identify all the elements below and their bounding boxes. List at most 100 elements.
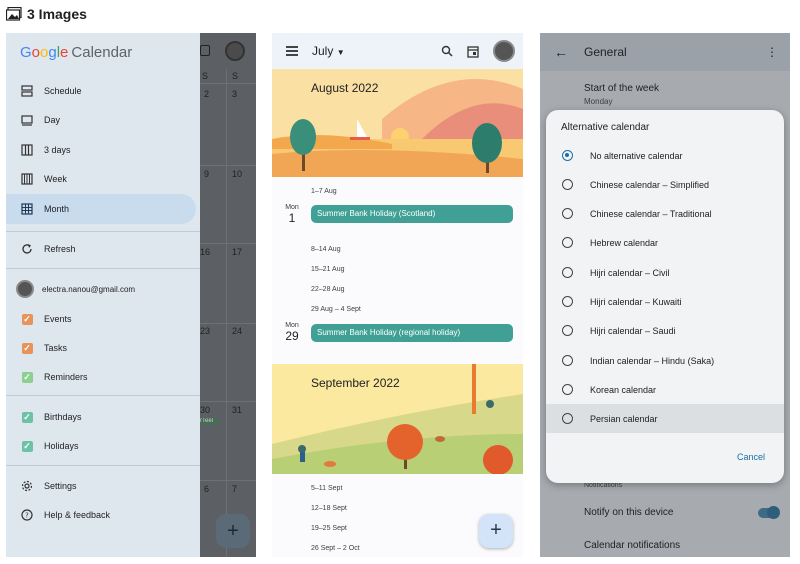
event-chip: rTeel bbox=[200, 418, 220, 425]
drawer-item-schedule[interactable]: Schedule bbox=[6, 76, 196, 106]
august-banner: August 2022 bbox=[272, 69, 523, 177]
date-number: 9 bbox=[204, 169, 210, 179]
radio-icon[interactable] bbox=[562, 413, 573, 424]
week-label: 12–18 Sept bbox=[311, 505, 347, 512]
month-title: September 2022 bbox=[311, 376, 400, 390]
cancel-button[interactable]: Cancel bbox=[737, 452, 765, 462]
navigation-drawer: Google Calendar Schedule Day 3 days Week … bbox=[6, 33, 200, 557]
account-email: electra.nanou@gmail.com bbox=[42, 284, 136, 294]
calendar-item-events[interactable]: ✓ Events bbox=[6, 304, 196, 334]
week-label: 5–11 Sept bbox=[311, 485, 343, 492]
calendar-item-birthdays[interactable]: ✓ Birthdays bbox=[6, 402, 196, 432]
checkbox-icon[interactable]: ✓ bbox=[20, 411, 34, 423]
calendar-label: Reminders bbox=[44, 372, 88, 382]
create-event-fab[interactable]: + bbox=[479, 514, 513, 548]
radio-option[interactable]: Korean calendar bbox=[546, 375, 784, 404]
drawer-item-help[interactable]: ? Help & feedback bbox=[6, 500, 196, 530]
start-of-week-label[interactable]: Start of the week bbox=[584, 83, 659, 94]
page-title: General bbox=[584, 45, 627, 59]
radio-option[interactable]: Hijri calendar – Saudi bbox=[546, 316, 784, 345]
calendar-item-tasks[interactable]: ✓ Tasks bbox=[6, 333, 196, 363]
radio-icon[interactable] bbox=[562, 325, 573, 336]
radio-option[interactable]: No alternative calendar bbox=[546, 141, 784, 170]
week-label: 22–28 Aug bbox=[311, 286, 345, 293]
radio-option[interactable]: Chinese calendar – Traditional bbox=[546, 199, 784, 228]
avatar[interactable] bbox=[493, 40, 515, 62]
checkbox-icon[interactable]: ✓ bbox=[20, 440, 34, 452]
create-event-fab[interactable]: + bbox=[216, 514, 250, 548]
calendar-item-holidays[interactable]: ✓ Holidays bbox=[6, 431, 196, 461]
drawer-item-label: Week bbox=[44, 174, 67, 184]
three-days-icon bbox=[20, 144, 34, 156]
date-number: 10 bbox=[232, 169, 243, 179]
week-label: 8–14 Aug bbox=[311, 246, 341, 253]
radio-icon[interactable] bbox=[562, 267, 573, 278]
radio-option[interactable]: Indian calendar – Hindu (Saka) bbox=[546, 346, 784, 375]
dialog-title: Alternative calendar bbox=[561, 122, 650, 133]
checkbox-icon[interactable]: ✓ bbox=[20, 313, 34, 325]
calendar-notifications-label[interactable]: Calendar notifications bbox=[584, 540, 680, 551]
drawer-item-label: Refresh bbox=[44, 244, 76, 254]
drawer-item-label: Settings bbox=[44, 481, 77, 491]
drawer-item-week[interactable]: Week bbox=[6, 164, 196, 194]
drawer-item-3-days[interactable]: 3 days bbox=[6, 135, 196, 165]
notify-device-label: Notify on this device bbox=[584, 507, 674, 518]
radio-icon[interactable] bbox=[562, 179, 573, 190]
radio-option[interactable]: Hijri calendar – Civil bbox=[546, 258, 784, 287]
drawer-item-month[interactable]: Month bbox=[6, 194, 196, 224]
september-banner: September 2022 bbox=[272, 364, 523, 474]
radio-icon[interactable] bbox=[562, 208, 573, 219]
august-illustration bbox=[272, 79, 523, 177]
date-number: 6 bbox=[204, 484, 210, 494]
radio-icon[interactable] bbox=[562, 384, 573, 395]
date-number: 24 bbox=[232, 326, 243, 336]
menu-icon[interactable] bbox=[286, 44, 298, 59]
calendar-icon bbox=[200, 45, 210, 56]
more-vert-icon[interactable]: ⋮ bbox=[766, 45, 778, 59]
month-icon bbox=[20, 203, 34, 215]
date-number: 16 bbox=[200, 247, 211, 257]
drawer-item-settings[interactable]: Settings bbox=[6, 471, 196, 501]
drawer-item-day[interactable]: Day bbox=[6, 105, 196, 135]
radio-icon[interactable] bbox=[562, 296, 573, 307]
radio-icon[interactable] bbox=[562, 355, 573, 366]
refresh-icon bbox=[20, 243, 34, 255]
background-month-view: S S 2 3 9 10 16 17 23 24 30 31 rTeel 6 7… bbox=[200, 33, 256, 557]
drawer-item-label: Help & feedback bbox=[44, 510, 111, 520]
date-number: 30 bbox=[200, 405, 211, 415]
svg-text:?: ? bbox=[25, 512, 29, 520]
event-chip[interactable]: Summer Bank Holiday (regional holiday) bbox=[311, 324, 513, 342]
week-label: 26 Sept – 2 Oct bbox=[311, 545, 360, 552]
drawer-item-refresh[interactable]: Refresh bbox=[6, 234, 196, 264]
month-selector[interactable]: July ▼ bbox=[312, 44, 345, 58]
drawer-item-label: 3 days bbox=[44, 145, 71, 155]
checkbox-icon[interactable]: ✓ bbox=[20, 342, 34, 354]
search-icon[interactable] bbox=[441, 45, 453, 57]
radio-option[interactable]: Chinese calendar – Simplified bbox=[546, 170, 784, 199]
weekday-label: S bbox=[202, 71, 209, 81]
week-label: 19–25 Sept bbox=[311, 525, 347, 532]
date-number: 3 bbox=[232, 89, 238, 99]
back-arrow-icon[interactable]: ← bbox=[554, 44, 568, 60]
radio-option[interactable]: Hijri calendar – Kuwaiti bbox=[546, 287, 784, 316]
event-chip[interactable]: Summer Bank Holiday (Scotland) bbox=[311, 205, 513, 223]
section-header: Notifications bbox=[584, 482, 623, 489]
calendar-label: Holidays bbox=[44, 441, 79, 451]
avatar bbox=[225, 41, 245, 61]
date-number: 2 bbox=[204, 89, 210, 99]
calendar-label: Events bbox=[44, 314, 72, 324]
notify-device-toggle[interactable] bbox=[758, 506, 780, 519]
account-row[interactable]: electra.nanou@gmail.com bbox=[6, 274, 196, 304]
today-calendar-icon[interactable] bbox=[467, 45, 479, 58]
screenshot-settings: ← General ⋮ Start of the week Monday Not… bbox=[540, 33, 790, 557]
radio-selected-icon[interactable] bbox=[562, 150, 573, 161]
checkbox-icon[interactable]: ✓ bbox=[20, 371, 34, 383]
google-calendar-logo: Google Calendar bbox=[20, 44, 133, 61]
radio-icon[interactable] bbox=[562, 237, 573, 248]
calendar-item-reminders[interactable]: ✓ Reminders bbox=[6, 362, 196, 392]
top-app-bar: ← General ⋮ bbox=[540, 33, 790, 71]
radio-option[interactable]: Persian calendar bbox=[546, 404, 784, 433]
radio-option[interactable]: Hebrew calendar bbox=[546, 228, 784, 257]
start-of-week-value: Monday bbox=[584, 97, 613, 106]
day-label: Mon 29 bbox=[285, 322, 299, 343]
